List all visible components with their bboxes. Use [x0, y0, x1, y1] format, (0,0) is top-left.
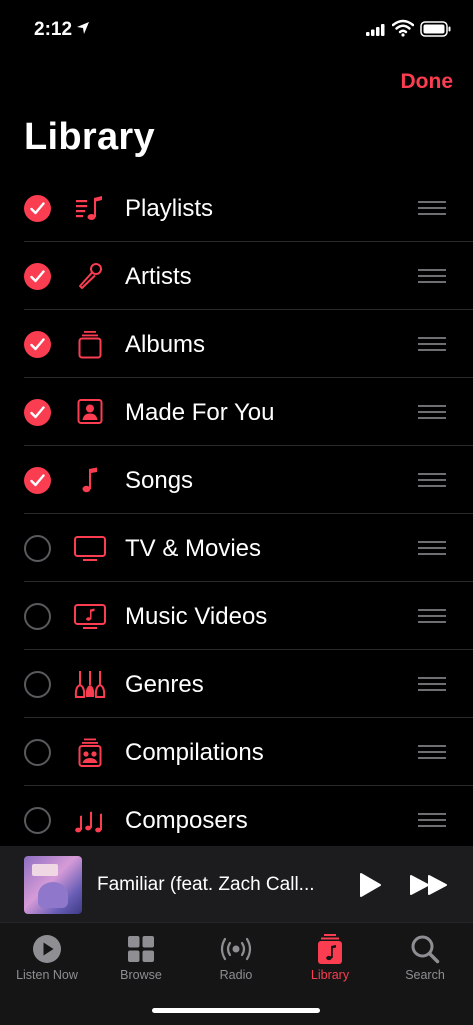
list-item-label: Music Videos: [125, 603, 268, 630]
checkmark-icon[interactable]: [24, 263, 51, 290]
unchecked-circle-icon[interactable]: [24, 671, 51, 698]
home-indicator[interactable]: [152, 1008, 320, 1013]
microphone-icon: [79, 263, 102, 289]
album-stack-icon: [78, 331, 102, 359]
composer-notes-icon: [75, 811, 102, 833]
fast-forward-icon[interactable]: [409, 874, 449, 896]
list-item-label: Artists: [125, 263, 192, 290]
list-item-label: TV & Movies: [125, 535, 262, 562]
list-item-genres[interactable]: Genres: [0, 650, 473, 718]
location-arrow-icon: [77, 22, 89, 34]
tab-label: Library: [310, 968, 350, 982]
tv-icon: [74, 536, 106, 561]
list-item-tv-movies[interactable]: TV & Movies: [0, 514, 473, 582]
reorder-handle-icon[interactable]: [418, 541, 446, 559]
play-icon[interactable]: [358, 872, 382, 898]
cellular-signal-icon: [366, 24, 385, 36]
list-item-label: Playlists: [125, 195, 214, 222]
album-artwork[interactable]: [24, 856, 82, 914]
compilation-icon: [78, 738, 102, 767]
list-item-label: Songs: [125, 467, 194, 494]
reorder-handle-icon[interactable]: [418, 609, 446, 627]
tab-library[interactable]: Library: [283, 933, 377, 982]
reorder-handle-icon[interactable]: [418, 405, 446, 423]
unchecked-circle-icon[interactable]: [24, 603, 51, 630]
list-item-label: Made For You: [125, 399, 275, 426]
checkmark-icon[interactable]: [24, 331, 51, 358]
battery-icon: [420, 21, 451, 37]
library-category-list: Playlists Artists Albums Made For You So…: [0, 174, 473, 854]
checkmark-icon[interactable]: [24, 467, 51, 494]
tab-label: Listen Now: [16, 968, 78, 982]
radio-waves-icon: [220, 937, 252, 961]
list-item-label: Albums: [125, 331, 206, 358]
status-bar: 2:12: [0, 0, 473, 60]
list-item-albums[interactable]: Albums: [0, 310, 473, 378]
tab-search[interactable]: Search: [378, 933, 472, 982]
list-item-label: Composers: [125, 807, 248, 834]
tab-browse[interactable]: Browse: [94, 933, 188, 982]
tab-listen-now[interactable]: Listen Now: [0, 933, 94, 982]
unchecked-circle-icon[interactable]: [24, 535, 51, 562]
reorder-handle-icon[interactable]: [418, 813, 446, 831]
done-button[interactable]: Done: [401, 70, 454, 94]
list-item-music-videos[interactable]: Music Videos: [0, 582, 473, 650]
checkmark-icon[interactable]: [24, 399, 51, 426]
unchecked-circle-icon[interactable]: [24, 807, 51, 834]
wifi-icon: [392, 19, 414, 37]
now-playing-title[interactable]: Familiar (feat. Zach Call...: [97, 874, 315, 896]
checkmark-icon[interactable]: [24, 195, 51, 222]
music-video-icon: [74, 604, 106, 629]
page-title: Library: [24, 116, 155, 158]
reorder-handle-icon[interactable]: [418, 337, 446, 355]
mini-player[interactable]: Familiar (feat. Zach Call...: [0, 846, 473, 922]
list-item-artists[interactable]: Artists: [0, 242, 473, 310]
reorder-handle-icon[interactable]: [418, 473, 446, 491]
magnifier-icon: [411, 935, 440, 964]
music-note-icon: [82, 467, 97, 493]
library-icon: [318, 934, 342, 964]
list-item-label: Genres: [125, 671, 204, 698]
grid-icon: [128, 936, 154, 962]
play-circle-icon: [33, 935, 61, 963]
person-square-icon: [77, 399, 103, 424]
list-item-compilations[interactable]: Compilations: [0, 718, 473, 786]
list-item-playlists[interactable]: Playlists: [0, 174, 473, 242]
list-item-composers[interactable]: Composers: [0, 786, 473, 854]
playlists-icon: [76, 196, 102, 220]
list-item-songs[interactable]: Songs: [0, 446, 473, 514]
unchecked-circle-icon[interactable]: [24, 739, 51, 766]
list-item-made-for-you[interactable]: Made For You: [0, 378, 473, 446]
reorder-handle-icon[interactable]: [418, 745, 446, 763]
status-time: 2:12: [34, 19, 73, 40]
tab-radio[interactable]: Radio: [189, 933, 283, 982]
reorder-handle-icon[interactable]: [418, 201, 446, 219]
list-item-label: Compilations: [125, 739, 264, 766]
tab-label: Browse: [120, 968, 162, 982]
tab-label: Radio: [219, 968, 253, 982]
guitars-icon: [74, 671, 106, 698]
reorder-handle-icon[interactable]: [418, 677, 446, 695]
reorder-handle-icon[interactable]: [418, 269, 446, 287]
tab-label: Search: [405, 968, 445, 982]
